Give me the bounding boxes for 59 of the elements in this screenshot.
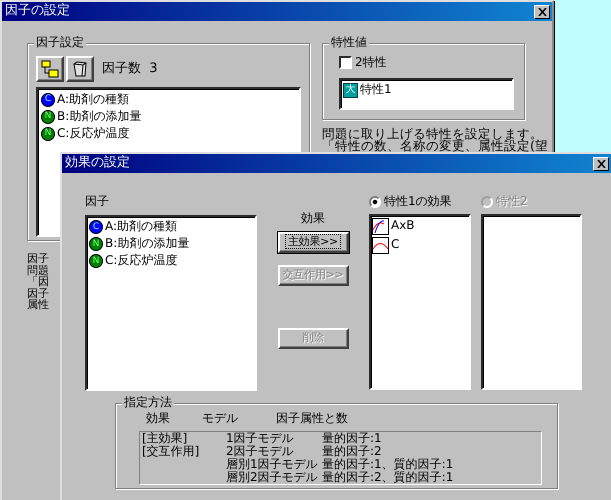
factor-attributes: 量的因子:2、質的因子:1 <box>322 470 454 484</box>
close-icon <box>538 8 546 16</box>
close-button[interactable] <box>593 156 609 170</box>
effect-type: [主効果] <box>142 432 188 445</box>
model-name: 1因子モデル <box>226 432 295 445</box>
column-header: 効果 <box>145 412 171 425</box>
window-title: 効果の設定 <box>65 156 130 171</box>
list-item[interactable]: C <box>391 238 400 252</box>
factor-count: 因子数 3 <box>102 62 158 76</box>
factor-attributes: 量的因子:2 <box>322 444 383 458</box>
model-name: 2因子モデル <box>226 444 295 458</box>
list-item[interactable]: C:反応炉温度 <box>57 126 130 140</box>
model-name: 層別2因子モデル <box>226 470 319 484</box>
help-text: 属性 <box>27 299 49 310</box>
window-title: 因子の設定 <box>5 4 70 19</box>
interaction-curve-icon <box>372 218 389 235</box>
help-text: 問題に取り上げる特性を設定します。 <box>322 128 543 140</box>
factor-type-icon: N <box>41 110 55 124</box>
list-item[interactable]: B:助剤の添加量 <box>57 110 142 124</box>
checkbox-label[interactable]: 2特性 <box>355 56 387 70</box>
model-name: 層別1因子モデル <box>226 458 319 471</box>
help-text: 因子 <box>27 288 49 299</box>
radio-button[interactable] <box>369 196 381 208</box>
help-text: 問題 <box>27 264 49 276</box>
factor-type-icon: N <box>89 237 103 252</box>
help-text: 「特性の数、名称の変更、属性設定(望 <box>322 140 548 152</box>
main-effect-curve-icon <box>372 236 389 254</box>
toolbar-button[interactable] <box>66 56 94 82</box>
close-icon <box>596 160 606 168</box>
factor-type-icon: N <box>89 254 103 268</box>
list-item[interactable]: AxB <box>391 219 415 234</box>
effect-type: [交互作用] <box>142 444 200 458</box>
action-button[interactable]: 主効果>> <box>278 232 348 253</box>
trash-icon <box>71 60 89 78</box>
hierarchy-icon <box>41 60 59 78</box>
radio-label[interactable]: 特性1の効果 <box>384 195 452 209</box>
list-item[interactable]: A:助剤の種類 <box>105 220 178 234</box>
list-item[interactable]: C:反応炉温度 <box>105 254 178 268</box>
group-label: 指定方法 <box>122 396 174 410</box>
factor-attributes: 量的因子:1 <box>322 432 383 445</box>
list-item[interactable]: 特性1 <box>360 83 392 98</box>
factor-type-icon: N <box>41 126 55 140</box>
help-text: 因子 <box>27 253 49 264</box>
toolbar-button[interactable] <box>36 56 64 82</box>
trait-icon: 大 <box>343 82 358 98</box>
list-item[interactable]: A:助剤の種類 <box>57 92 130 106</box>
factor-type-icon: C <box>41 92 55 106</box>
close-button[interactable] <box>534 4 550 18</box>
help-text: 「因 <box>27 276 49 288</box>
group-label: 特性値 <box>329 36 369 50</box>
column-header: 因子属性と数 <box>276 412 349 425</box>
list-item[interactable]: B:助剤の添加量 <box>105 237 190 252</box>
column-label: 効果 <box>301 212 325 226</box>
checkbox[interactable] <box>339 56 352 70</box>
list-label: 因子 <box>85 195 110 209</box>
factor-attributes: 量的因子:1、質的因子:1 <box>322 458 454 471</box>
factor-type-icon: C <box>89 220 103 234</box>
column-header: モデル <box>202 412 239 425</box>
group-label: 因子設定 <box>34 36 86 50</box>
